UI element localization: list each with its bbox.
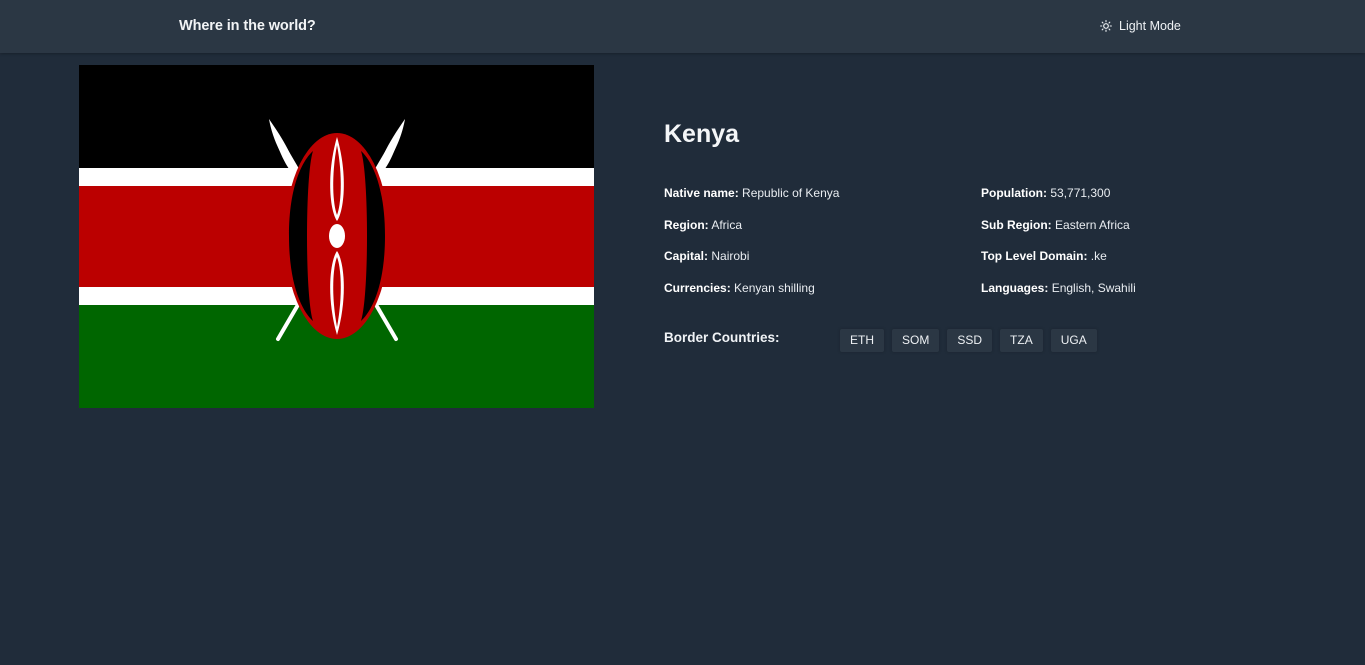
fact-value: Eastern Africa [1055, 218, 1130, 232]
fact-label: Sub Region: [981, 218, 1052, 232]
app-title[interactable]: Where in the world? [179, 18, 316, 34]
fact-label: Currencies: [664, 281, 731, 295]
country-flag [79, 65, 594, 408]
fact-label: Native name: [664, 186, 739, 200]
fact-value: English, Swahili [1051, 281, 1136, 295]
border-country-button[interactable]: ETH [840, 329, 884, 352]
border-country-button[interactable]: SSD [947, 329, 993, 352]
sun-icon [1100, 20, 1112, 32]
fact-value: Africa [711, 218, 743, 232]
fact-currencies: Currencies: Kenyan shilling [664, 281, 815, 295]
fact-languages: Languages: English, Swahili [981, 281, 1136, 295]
fact-value: .ke [1090, 249, 1107, 263]
fact-value: Republic of Kenya [742, 186, 840, 200]
border-country-button[interactable]: UGA [1050, 329, 1097, 352]
border-countries-label: Border Countries: [664, 330, 780, 345]
fact-value: Nairobi [711, 249, 750, 263]
fact-top-level-domain: Top Level Domain: .ke [981, 249, 1107, 263]
border-countries-list: ETH SOM SSD TZA UGA [840, 329, 1097, 352]
theme-toggle-button[interactable]: Light Mode [1100, 16, 1181, 36]
fact-label: Region: [664, 218, 709, 232]
fact-value: 53,771,300 [1050, 186, 1111, 200]
fact-sub-region: Sub Region: Eastern Africa [981, 218, 1130, 232]
fact-region: Region: Africa [664, 218, 742, 232]
fact-label: Capital: [664, 249, 709, 263]
top-nav: Where in the world? Light Mode [0, 0, 1365, 53]
fact-value: Kenyan shilling [734, 281, 815, 295]
fact-capital: Capital: Nairobi [664, 249, 749, 263]
theme-toggle-label: Light Mode [1119, 19, 1181, 33]
fact-label: Top Level Domain: [981, 249, 1088, 263]
fact-label: Languages: [981, 281, 1049, 295]
fact-label: Population: [981, 186, 1047, 200]
country-name: Kenya [664, 120, 740, 148]
fact-native-name: Native name: Republic of Kenya [664, 186, 839, 200]
fact-population: Population: 53,771,300 [981, 186, 1110, 200]
border-country-button[interactable]: SOM [892, 329, 940, 352]
country-facts: Native name: Republic of Kenya Region: A… [664, 186, 1264, 306]
border-country-button[interactable]: TZA [1000, 329, 1043, 352]
